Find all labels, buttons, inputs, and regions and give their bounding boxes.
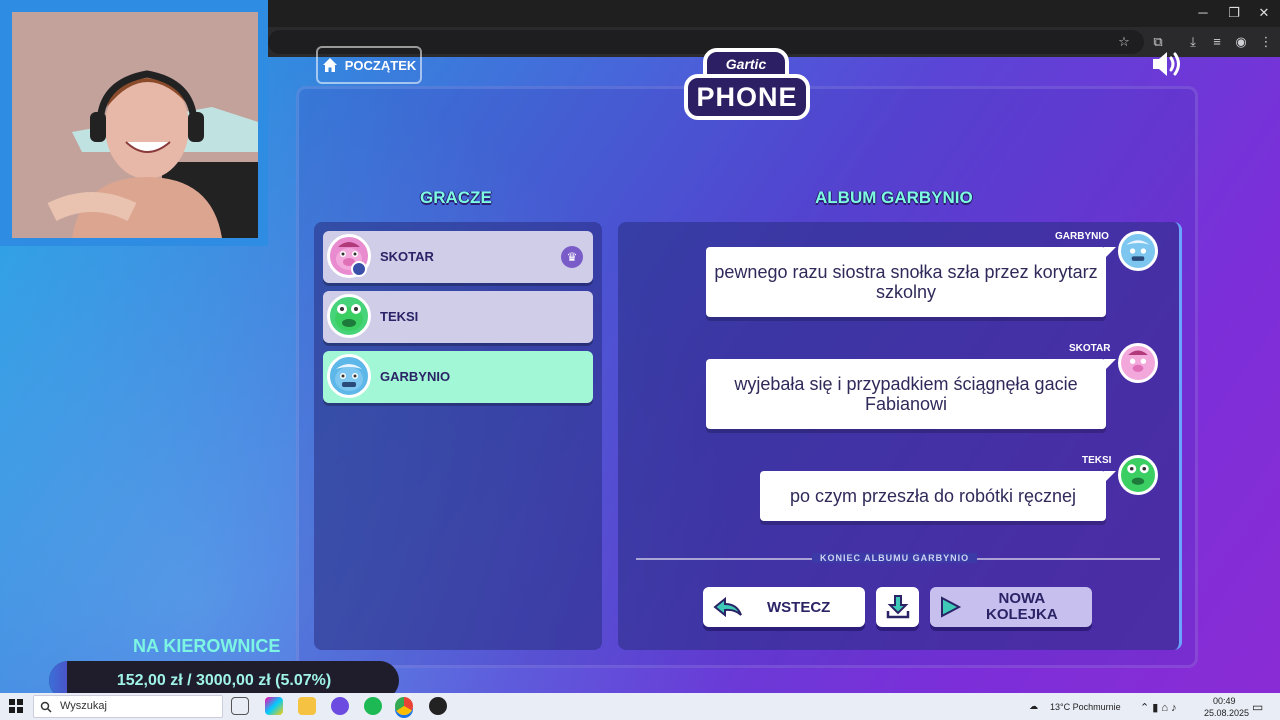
notification-icon[interactable]: ▭ [1252, 700, 1263, 714]
bubble-avatar [1118, 455, 1158, 495]
players-title: GRACZE [420, 188, 492, 207]
bubble-author: GARBYNIO [1055, 231, 1109, 242]
search-placeholder: Wyszukaj [60, 700, 107, 712]
close-button[interactable]: ✕ [1255, 5, 1273, 21]
avatar [327, 354, 371, 398]
play-icon [941, 596, 962, 618]
player-name: GARBYNIO [380, 369, 451, 384]
new-round-button[interactable]: NOWA KOLEJKA [930, 587, 1092, 627]
back-button-label: WSTECZ [767, 598, 831, 616]
logo-bottom-text: PHONE [684, 74, 810, 120]
bubble-avatar [1118, 343, 1158, 383]
sound-icon[interactable] [1150, 50, 1184, 78]
app-icon[interactable] [429, 697, 447, 715]
media-icon[interactable]: ≡ [1207, 32, 1227, 52]
profile-icon[interactable]: ◉ [1231, 32, 1251, 52]
new-round-label-line1: NOWA [998, 590, 1046, 607]
player-name: TEKSI [380, 309, 419, 324]
home-icon [322, 58, 337, 72]
extensions-icon[interactable]: ⧉ [1148, 32, 1168, 52]
avatar [327, 294, 371, 338]
player-card-garbynio[interactable]: GARBYNIO [323, 351, 593, 403]
crown-icon: ♛ [561, 246, 583, 268]
taskbar-search[interactable]: Wyszukaj [33, 695, 223, 718]
chrome-icon[interactable] [395, 697, 413, 715]
search-icon [40, 701, 52, 713]
app-icon[interactable] [331, 697, 349, 715]
album-end-label: KONIEC ALBUMU GARBYNIO [812, 553, 978, 563]
spotify-icon[interactable] [364, 697, 382, 715]
minimize-button[interactable]: ─ [1194, 5, 1212, 21]
webcam-feed [12, 12, 258, 238]
player-card-teksi[interactable]: TEKSI [323, 291, 593, 343]
download-icon [886, 595, 909, 619]
bubble-avatar [1118, 231, 1158, 271]
restore-button[interactable]: ❐ [1225, 5, 1243, 21]
cloud-icon: ☁ [1029, 701, 1038, 711]
copilot-icon[interactable] [265, 697, 283, 715]
host-badge-icon [351, 261, 367, 277]
download-icon[interactable]: ⤓ [1183, 32, 1203, 52]
menu-icon[interactable]: ⋮ [1256, 32, 1276, 52]
bubble-author: SKOTAR [1069, 343, 1111, 354]
download-album-button[interactable] [876, 587, 919, 627]
task-view-icon[interactable] [231, 697, 249, 715]
file-explorer-icon[interactable] [298, 697, 316, 715]
new-round-label-line2: KOLEJKA [986, 606, 1058, 623]
weather-text: 13°C Pochmurnie [1050, 702, 1121, 712]
windows-start-icon[interactable] [9, 699, 23, 713]
player-name: SKOTAR [380, 249, 434, 264]
home-button-label: POCZĄTEK [344, 57, 417, 73]
players-panel: SKOTAR ♛ TEKSI GARBYNIO [314, 222, 602, 650]
album-bubble: wyjebała się i przypadkiem ściągnęła gac… [706, 359, 1116, 429]
bubble-author: TEKSI [1082, 455, 1112, 466]
webcam-overlay [0, 0, 268, 246]
undo-icon [713, 596, 742, 618]
player-card-skotar[interactable]: SKOTAR ♛ [323, 231, 593, 283]
album-title: ALBUM GARBYNIO [815, 188, 973, 207]
star-icon[interactable]: ☆ [1114, 32, 1134, 52]
back-button[interactable]: WSTECZ [703, 587, 865, 627]
home-button[interactable]: POCZĄTEK [316, 46, 422, 84]
album-bubble: pewnego razu siostra snołka szła przez k… [706, 247, 1116, 317]
donation-title: NA KIEROWNICE [133, 636, 281, 656]
tray-icons[interactable]: ⌃ ▮ ⌂ ♪ [1140, 701, 1177, 714]
clock-date: 25.08.2025 [1204, 708, 1250, 718]
gartic-phone-logo: Gartic PHONE [684, 44, 810, 124]
album-bubble: po czym przeszła do robótki ręcznej [760, 471, 1116, 521]
taskbar: Wyszukaj ☁ 13°C Pochmurnie ⌃ ▮ ⌂ ♪ 00:49… [0, 693, 1280, 720]
clock-time: 00:49 [1213, 696, 1236, 706]
